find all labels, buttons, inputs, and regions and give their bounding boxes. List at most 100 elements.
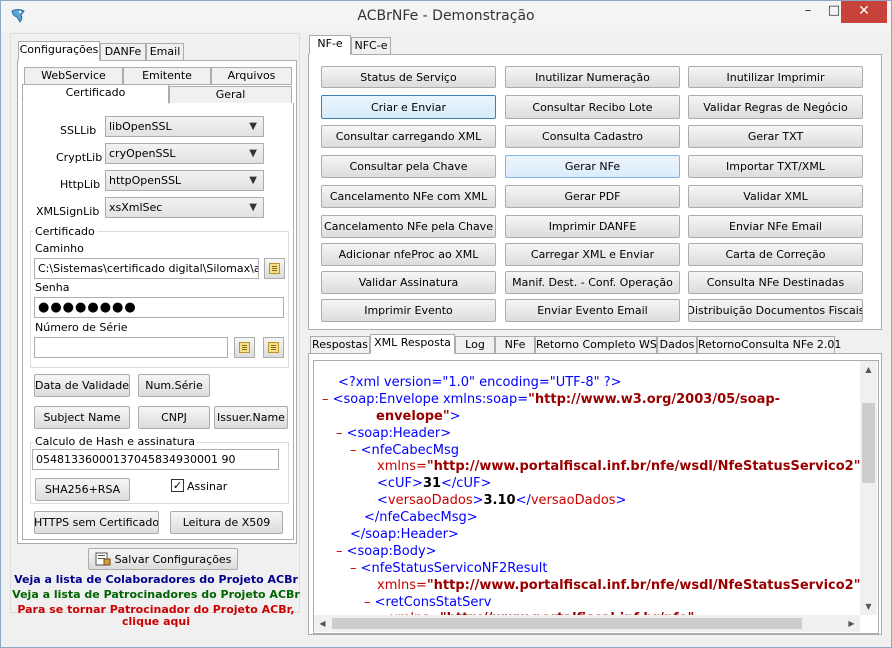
httplib-select[interactable]: httpOpenSSL ▼ — [105, 170, 264, 191]
scroll-right-icon[interactable]: ▶ — [843, 615, 860, 632]
criar-enviar-button[interactable]: Criar e Enviar — [321, 95, 496, 119]
tab-log[interactable]: Log — [455, 336, 495, 354]
tab-arquivos[interactable]: Arquivos — [211, 67, 292, 85]
numero-serie-label: Número de Série — [35, 321, 128, 334]
tab-configuracoes[interactable]: Configurações — [18, 41, 100, 61]
gerar-pdf-button[interactable]: Gerar PDF — [505, 185, 680, 208]
sha256-rsa-button[interactable]: SHA256+RSA — [35, 478, 130, 501]
consultar-recibo-lote-button[interactable]: Consultar Recibo Lote — [505, 95, 680, 119]
enviar-evento-email-button[interactable]: Enviar Evento Email — [505, 299, 680, 322]
inutilizar-numeracao-button[interactable]: Inutilizar Numeração — [505, 66, 680, 88]
tab-webservice[interactable]: WebService — [24, 67, 123, 85]
xml-cuf-open: <cUF> — [377, 476, 423, 492]
tab-retorno-consulta[interactable]: RetornoConsulta NFe 2.01 — [697, 336, 841, 354]
distribuicao-documentos-button[interactable]: Distribuição Documentos Fiscais — [688, 299, 863, 322]
assinar-checkbox[interactable]: ✓ — [171, 479, 184, 492]
senha-input[interactable]: ●●●●●●●● — [34, 297, 284, 318]
cryptlib-select[interactable]: cryOpenSSL ▼ — [105, 143, 264, 164]
imprimir-evento-button[interactable]: Imprimir Evento — [321, 299, 496, 322]
issuer-name-button[interactable]: Issuer.Name — [214, 406, 288, 429]
numero-serie-input[interactable] — [34, 337, 228, 358]
patrocinadores-link[interactable]: Veja a lista de Patrocinadores do Projet… — [6, 588, 306, 601]
scroll-left-icon[interactable]: ◀ — [314, 615, 331, 632]
scroll-thumb-h[interactable] — [332, 618, 802, 629]
xml-cabec-close: </nfeCabecMsg> — [364, 510, 478, 526]
scroll-thumb[interactable] — [862, 403, 875, 483]
xmlsignlib-select[interactable]: xsXmlSec ▼ — [105, 197, 264, 218]
inutilizar-imprimir-button[interactable]: Inutilizar Imprimir — [688, 66, 863, 88]
validar-xml-button[interactable]: Validar XML — [688, 185, 863, 208]
browse-certificado-button[interactable] — [264, 258, 285, 279]
gerar-nfe-button[interactable]: Gerar NFe — [505, 155, 680, 178]
num-serie-button[interactable]: Num.Série — [138, 374, 210, 397]
tab-nfce[interactable]: NFC-e — [351, 37, 391, 55]
validar-assinatura-button[interactable]: Validar Assinatura — [321, 271, 496, 294]
tab-danfe[interactable]: DANFe — [100, 43, 146, 61]
tab-emitente[interactable]: Emitente — [123, 67, 211, 85]
collapse-icon[interactable]: – — [336, 426, 347, 441]
xml-result-open: <nfeStatusServicoNF2Result — [360, 560, 548, 576]
xml-horizontal-scrollbar[interactable]: ◀ ▶ — [314, 615, 860, 632]
caminho-label: Caminho — [35, 242, 84, 255]
close-button[interactable]: ✕ — [841, 1, 887, 23]
xml-vertical-scrollbar[interactable]: ▲ ▼ — [860, 361, 877, 615]
collapse-icon[interactable]: – — [364, 595, 375, 610]
caminho-input[interactable]: C:\Sistemas\certificado digital\Silomax\… — [34, 258, 259, 279]
cancelamento-nfe-chave-button[interactable]: Cancelamento NFe pela Chave — [321, 215, 496, 238]
validar-regras-negocio-button[interactable]: Validar Regras de Negócio — [688, 95, 863, 119]
xml-line: – <retConsStatServ — [322, 595, 860, 612]
carta-correcao-button[interactable]: Carta de Correção — [688, 243, 863, 266]
chevron-down-icon: ▼ — [249, 175, 257, 186]
minimize-button[interactable]: – — [795, 1, 821, 23]
hash-group-title: Calculo de Hash e assinatura — [33, 435, 198, 448]
collapse-icon[interactable]: – — [336, 544, 347, 559]
tab-dados[interactable]: Dados — [657, 336, 697, 354]
consulta-cadastro-button[interactable]: Consulta Cadastro — [505, 125, 680, 148]
select-certificado-button[interactable] — [263, 337, 284, 358]
xmlsignlib-label: XMLSignLib — [36, 205, 100, 218]
cnpj-button[interactable]: CNPJ — [138, 406, 210, 429]
xml-line: – <nfeCabecMsg — [322, 443, 860, 460]
collapse-icon[interactable]: – — [322, 392, 333, 407]
xml-cabec-ns: "http://www.portalfiscal.inf.br/nfe/wsdl… — [426, 459, 861, 475]
salvar-configuracoes-button[interactable]: Salvar Configurações — [88, 548, 238, 570]
gerar-txt-button[interactable]: Gerar TXT — [688, 125, 863, 148]
carregar-xml-enviar-button[interactable]: Carregar XML e Enviar — [505, 243, 680, 266]
consulta-nfe-destinadas-button[interactable]: Consulta NFe Destinadas — [688, 271, 863, 294]
xml-envelope-open: <soap:Envelope xmlns:soap= — [332, 391, 529, 407]
clique-aqui-link[interactable]: clique aqui — [6, 615, 306, 628]
leitura-x509-button[interactable]: Leitura de X509 — [170, 511, 283, 534]
xml-line: – <nfeStatusServicoNF2Result — [322, 561, 860, 578]
tab-certificado[interactable]: Certificado — [22, 84, 169, 104]
consultar-carregando-xml-button[interactable]: Consultar carregando XML — [321, 125, 496, 148]
tab-nfe-result[interactable]: NFe — [495, 336, 535, 354]
collapse-icon[interactable]: – — [350, 561, 361, 576]
browse-numero-serie-button[interactable] — [234, 337, 255, 358]
xml-versao-gt: > — [472, 493, 484, 509]
tab-nfe[interactable]: NF-e — [309, 35, 351, 55]
imprimir-danfe-button[interactable]: Imprimir DANFE — [505, 215, 680, 238]
tab-xml-resposta[interactable]: XML Resposta — [370, 334, 455, 354]
adicionar-nfeproc-button[interactable]: Adicionar nfeProc ao XML — [321, 243, 496, 266]
cancelamento-nfe-xml-button[interactable]: Cancelamento NFe com XML — [321, 185, 496, 208]
chevron-down-icon: ▼ — [249, 148, 257, 159]
importar-txt-xml-button[interactable]: Importar TXT/XML — [688, 155, 863, 178]
tab-geral[interactable]: Geral — [169, 86, 292, 104]
collapse-icon[interactable]: – — [350, 443, 361, 458]
subject-name-button[interactable]: Subject Name — [34, 406, 130, 429]
scroll-down-icon[interactable]: ▼ — [860, 598, 877, 615]
ssllib-select[interactable]: libOpenSSL ▼ — [105, 116, 264, 137]
status-servico-button[interactable]: Status de Serviço — [321, 66, 496, 88]
colaboradores-link[interactable]: Veja a lista de Colaboradores do Projeto… — [6, 573, 306, 586]
tab-respostas[interactable]: Respostas — [310, 336, 370, 354]
enviar-nfe-email-button[interactable]: Enviar NFe Email — [688, 215, 863, 238]
manif-dest-button[interactable]: Manif. Dest. - Conf. Operação — [505, 271, 680, 294]
data-validade-button[interactable]: Data de Validade — [34, 374, 130, 397]
httplib-value: httpOpenSSL — [109, 174, 182, 187]
scroll-up-icon[interactable]: ▲ — [860, 361, 877, 378]
tab-retorno-completo-ws[interactable]: Retorno Completo WS — [535, 336, 657, 354]
tab-email[interactable]: Email — [146, 43, 184, 61]
hash-input[interactable]: 05481336000137045834930001 90 — [32, 449, 279, 470]
consultar-pela-chave-button[interactable]: Consultar pela Chave — [321, 155, 496, 178]
https-sem-certificado-button[interactable]: HTTPS sem Certificado — [34, 511, 159, 534]
